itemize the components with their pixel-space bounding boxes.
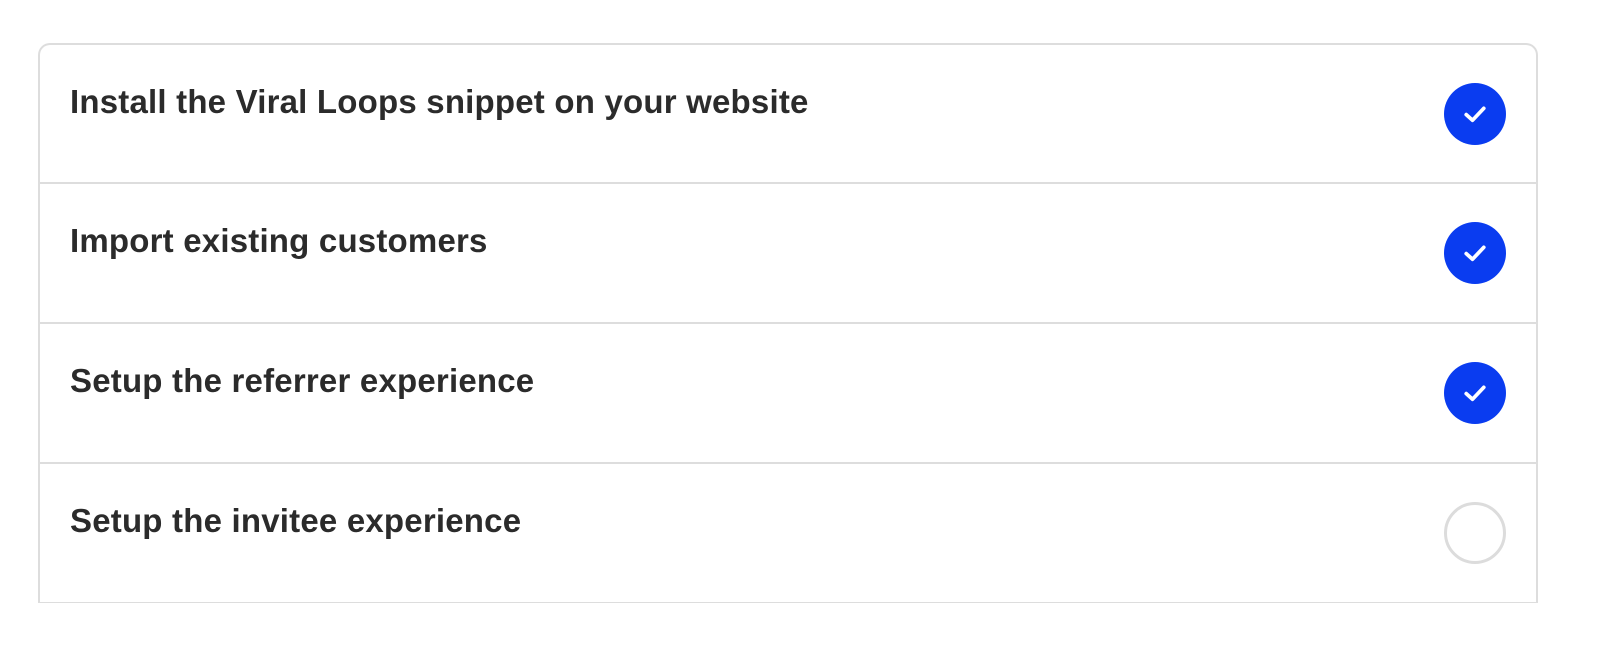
step-referrer-experience[interactable]: Setup the referrer experience <box>40 324 1536 464</box>
step-label: Import existing customers <box>70 222 488 259</box>
step-install-snippet[interactable]: Install the Viral Loops snippet on your … <box>40 45 1536 184</box>
empty-circle-icon <box>1444 502 1506 564</box>
setup-checklist: Install the Viral Loops snippet on your … <box>38 43 1538 603</box>
check-icon <box>1444 222 1506 284</box>
step-label: Setup the referrer experience <box>70 362 535 399</box>
step-label: Install the Viral Loops snippet on your … <box>70 82 809 120</box>
step-invitee-experience[interactable]: Setup the invitee experience <box>40 464 1536 603</box>
step-import-customers[interactable]: Import existing customers <box>40 184 1536 324</box>
check-icon <box>1444 82 1506 145</box>
check-icon <box>1444 362 1506 424</box>
step-label: Setup the invitee experience <box>70 502 522 539</box>
